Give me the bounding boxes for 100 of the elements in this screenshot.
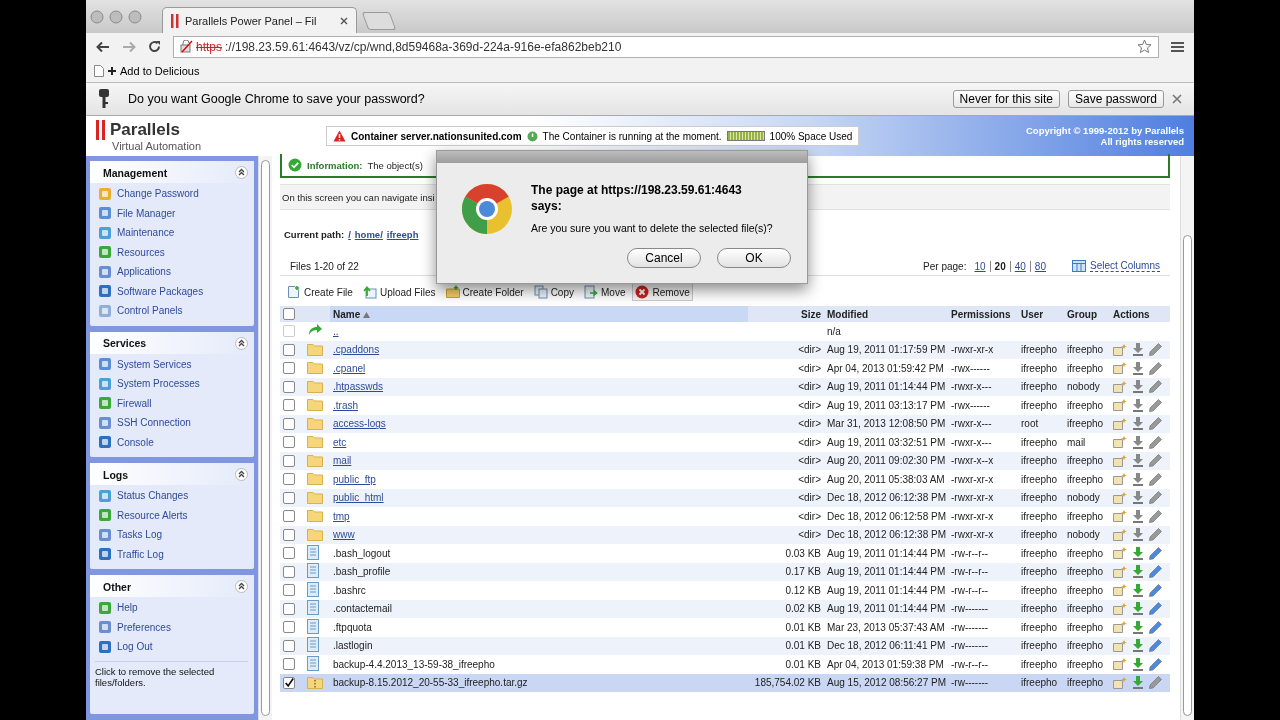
star-icon[interactable]	[1137, 39, 1152, 54]
row-checkbox[interactable]	[283, 510, 295, 523]
collapse-icon[interactable]	[235, 580, 248, 593]
folder-link[interactable]: ..	[333, 325, 339, 337]
properties-icon[interactable]	[1113, 473, 1127, 486]
column-header[interactable]: Size	[748, 306, 824, 322]
download-icon[interactable]	[1132, 639, 1144, 653]
row-checkbox[interactable]	[283, 547, 295, 560]
folder-link[interactable]: mail	[333, 455, 352, 467]
dialog-button[interactable]: OK	[717, 248, 791, 269]
download-icon[interactable]	[1132, 602, 1144, 616]
properties-icon[interactable]	[1113, 676, 1127, 689]
sidebar-link[interactable]: Status Changes	[117, 490, 189, 502]
pencil-icon[interactable]	[1149, 472, 1162, 486]
sidebar-link[interactable]: System Processes	[117, 378, 200, 390]
pencil-icon[interactable]	[1149, 528, 1162, 542]
per-page-option[interactable]: 40	[1009, 260, 1026, 272]
download-icon[interactable]	[1132, 361, 1144, 375]
sidebar-link[interactable]: Log Out	[117, 641, 153, 653]
new-tab-button[interactable]	[361, 12, 397, 30]
sidebar-link[interactable]: File Manager	[117, 207, 176, 219]
properties-icon[interactable]	[1113, 602, 1127, 615]
sidebar-link[interactable]: Applications	[117, 266, 171, 278]
column-header[interactable]: Modified	[824, 306, 948, 322]
row-checkbox[interactable]	[283, 602, 295, 615]
properties-icon[interactable]	[1113, 565, 1127, 578]
path-link[interactable]: /	[348, 228, 351, 240]
close-icon[interactable]	[340, 16, 348, 25]
column-header[interactable]: Name	[330, 306, 748, 322]
row-checkbox[interactable]	[283, 528, 295, 541]
pencil-icon[interactable]	[1149, 583, 1162, 597]
properties-icon[interactable]	[1113, 584, 1127, 597]
pencil-icon[interactable]	[1149, 398, 1162, 412]
sidebar-link[interactable]: Maintenance	[117, 227, 175, 239]
sidebar-link[interactable]: Console	[117, 436, 154, 448]
back-icon[interactable]	[96, 40, 110, 53]
path-link[interactable]: ifreeph	[386, 228, 419, 240]
sidebar-link[interactable]: Preferences	[117, 621, 171, 633]
infobar-button[interactable]: Never for this site	[952, 90, 1060, 108]
download-icon[interactable]	[1132, 657, 1144, 671]
download-icon[interactable]	[1132, 491, 1144, 505]
row-checkbox[interactable]	[283, 621, 295, 634]
properties-icon[interactable]	[1113, 491, 1127, 504]
download-icon[interactable]	[1132, 546, 1144, 560]
toolbar-button[interactable]: Create Folder	[442, 283, 527, 301]
folder-link[interactable]: .cpaddons	[333, 344, 380, 356]
column-header[interactable]: Group	[1064, 306, 1110, 322]
sidebar-link[interactable]: Resource Alerts	[117, 509, 188, 521]
column-header[interactable]: Permissions	[948, 306, 1018, 322]
sidebar-link[interactable]: Tasks Log	[117, 529, 163, 541]
folder-link[interactable]: www	[333, 529, 355, 541]
infobar-button[interactable]: Save password	[1067, 90, 1164, 108]
per-page-option[interactable]: 10	[970, 260, 986, 272]
toolbar-button[interactable]: Copy	[530, 283, 577, 301]
pencil-icon[interactable]	[1149, 491, 1162, 505]
download-icon[interactable]	[1132, 620, 1144, 634]
pencil-icon[interactable]	[1149, 343, 1162, 357]
dialog-button[interactable]: Cancel	[627, 248, 701, 269]
window-controls-icon[interactable]	[90, 9, 142, 24]
properties-icon[interactable]	[1113, 621, 1127, 634]
pencil-icon[interactable]	[1149, 676, 1162, 690]
row-checkbox[interactable]	[283, 565, 295, 578]
collapse-icon[interactable]	[235, 336, 248, 350]
row-checkbox[interactable]	[283, 380, 295, 393]
download-icon[interactable]	[1132, 509, 1144, 523]
download-icon[interactable]	[1132, 528, 1144, 542]
download-icon[interactable]	[1132, 676, 1144, 690]
properties-icon[interactable]	[1113, 510, 1127, 523]
per-page-option[interactable]: 20	[989, 260, 1006, 272]
row-checkbox[interactable]	[283, 436, 295, 449]
column-header[interactable]: User	[1018, 306, 1064, 322]
scrollbar[interactable]	[258, 156, 272, 720]
pencil-icon[interactable]	[1149, 454, 1162, 468]
pencil-icon[interactable]	[1149, 417, 1162, 431]
toolbar-button[interactable]: Upload Files	[359, 283, 439, 301]
properties-icon[interactable]	[1113, 436, 1127, 449]
address-bar[interactable]: https ://198.23.59.61:4643/vz/cp/wnd,8d59468a-369d-224a-916e-efa862beb210	[173, 35, 1159, 58]
toolbar-button[interactable]: Create File	[284, 283, 356, 301]
sidebar-link[interactable]: System Services	[117, 358, 192, 370]
properties-icon[interactable]	[1113, 417, 1127, 430]
row-checkbox[interactable]	[283, 639, 295, 652]
row-checkbox[interactable]	[283, 491, 295, 504]
properties-icon[interactable]	[1113, 528, 1127, 541]
download-icon[interactable]	[1132, 435, 1144, 449]
collapse-icon[interactable]	[235, 468, 248, 481]
reload-icon[interactable]	[148, 40, 161, 53]
pencil-icon[interactable]	[1149, 509, 1162, 523]
row-checkbox[interactable]	[283, 454, 295, 467]
forward-icon[interactable]	[122, 40, 136, 53]
pencil-icon[interactable]	[1149, 361, 1162, 375]
folder-link[interactable]: .trash	[333, 399, 358, 411]
properties-icon[interactable]	[1113, 454, 1127, 467]
properties-icon[interactable]	[1113, 658, 1127, 671]
row-checkbox[interactable]	[283, 343, 295, 356]
download-icon[interactable]	[1132, 472, 1144, 486]
properties-icon[interactable]	[1113, 362, 1127, 375]
select-all-checkbox[interactable]	[283, 308, 295, 321]
row-checkbox[interactable]	[283, 362, 295, 375]
properties-icon[interactable]	[1113, 380, 1127, 393]
row-checkbox[interactable]	[283, 584, 295, 597]
